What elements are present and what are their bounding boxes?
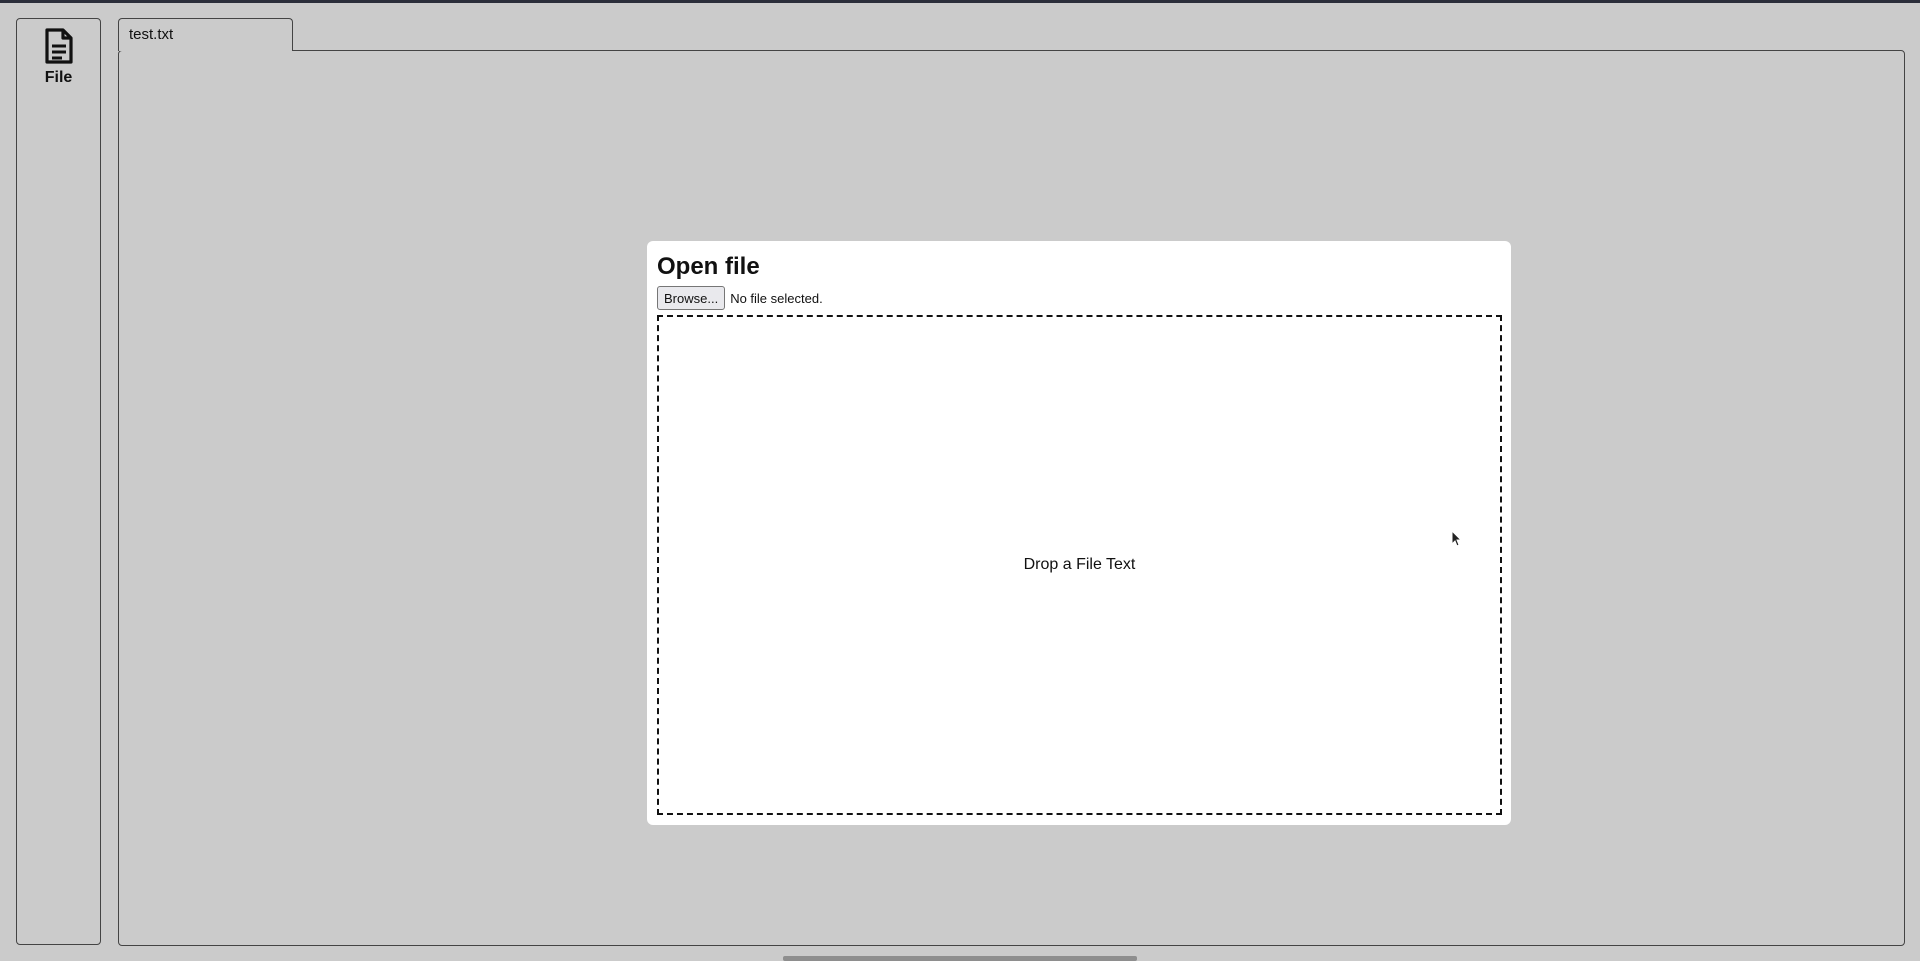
mouse-cursor-icon	[1451, 529, 1463, 548]
file-menu-button[interactable]: File	[17, 23, 100, 103]
document-icon	[42, 23, 76, 65]
sidebar: File	[16, 18, 101, 945]
editor-workspace: Open file Browse... No file selected. Dr…	[118, 50, 1905, 946]
file-input-row: Browse... No file selected.	[657, 286, 823, 310]
open-file-dialog: Open file Browse... No file selected. Dr…	[647, 241, 1511, 825]
dialog-title: Open file	[657, 253, 760, 280]
window-top-strip	[0, 0, 1920, 3]
file-menu-label: File	[44, 69, 73, 86]
drop-zone-text: Drop a File Text	[1023, 556, 1136, 573]
file-status-text: No file selected.	[730, 290, 823, 306]
tab-test-txt[interactable]: test.txt	[118, 18, 293, 51]
file-drop-zone[interactable]: Drop a File Text	[657, 315, 1502, 815]
horizontal-scrollbar[interactable]	[783, 956, 1137, 961]
tab-label: test.txt	[129, 26, 174, 43]
browse-button[interactable]: Browse...	[657, 286, 726, 310]
